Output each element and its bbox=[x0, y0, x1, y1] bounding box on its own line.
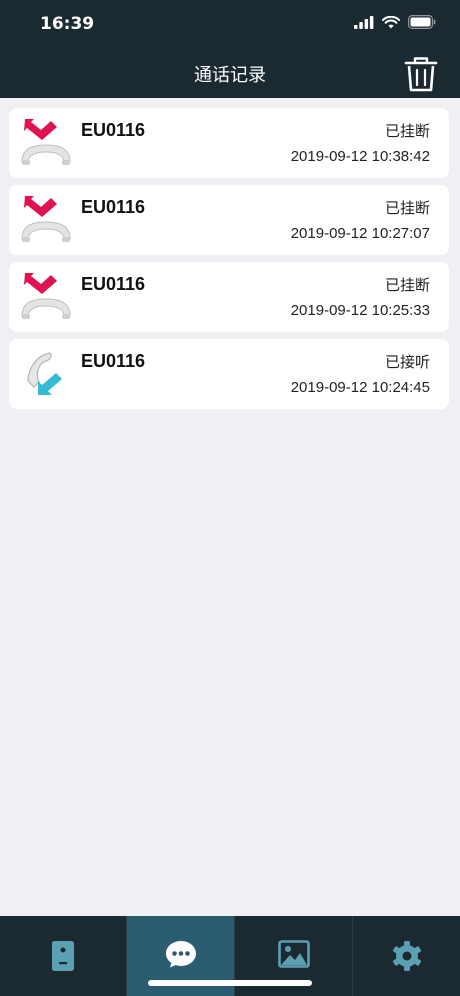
chat-bubble-icon bbox=[165, 941, 196, 968]
intercom-device-icon bbox=[52, 941, 74, 971]
tab-intercom[interactable] bbox=[0, 916, 127, 996]
call-status: 已挂断 bbox=[384, 199, 430, 217]
page-title: 通话记录 bbox=[194, 65, 266, 86]
signal-icon bbox=[354, 15, 374, 29]
missed-call-icon bbox=[21, 196, 71, 242]
trash-icon bbox=[404, 57, 438, 92]
missed-call-icon bbox=[21, 273, 71, 319]
image-icon bbox=[277, 940, 310, 968]
tab-settings[interactable] bbox=[353, 916, 460, 996]
caller-name: EU0116 bbox=[81, 197, 146, 217]
top-bar: 16:39 通话记录 bbox=[0, 0, 460, 98]
caller-name: EU0116 bbox=[81, 351, 146, 371]
delete-all-button[interactable] bbox=[404, 56, 438, 92]
call-log-item[interactable]: EU0116 已挂断 2019-09-12 10:38:42 bbox=[9, 108, 449, 178]
call-status: 已挂断 bbox=[384, 122, 430, 140]
call-time: 2019-09-12 10:25:33 bbox=[290, 302, 430, 319]
caller-name: EU0116 bbox=[81, 120, 146, 140]
home-indicator bbox=[148, 980, 312, 986]
call-time: 2019-09-12 10:27:07 bbox=[290, 225, 430, 242]
gear-icon bbox=[392, 941, 421, 971]
status-icons bbox=[354, 15, 436, 29]
call-time: 2019-09-12 10:24:45 bbox=[290, 379, 430, 396]
call-status: 已接听 bbox=[384, 353, 430, 371]
call-time: 2019-09-12 10:38:42 bbox=[290, 148, 430, 165]
answered-call-icon bbox=[27, 352, 62, 395]
battery-icon bbox=[408, 15, 436, 29]
status-time: 16:39 bbox=[40, 14, 95, 34]
wifi-icon bbox=[382, 15, 400, 28]
call-log-item[interactable]: EU0116 已接听 2019-09-12 10:24:45 bbox=[9, 339, 449, 409]
missed-call-icon bbox=[21, 119, 71, 165]
call-status: 已挂断 bbox=[384, 276, 430, 294]
caller-name: EU0116 bbox=[81, 274, 146, 294]
call-log-item[interactable]: EU0116 已挂断 2019-09-12 10:25:33 bbox=[9, 262, 449, 332]
call-log-item[interactable]: EU0116 已挂断 2019-09-12 10:27:07 bbox=[9, 185, 449, 255]
